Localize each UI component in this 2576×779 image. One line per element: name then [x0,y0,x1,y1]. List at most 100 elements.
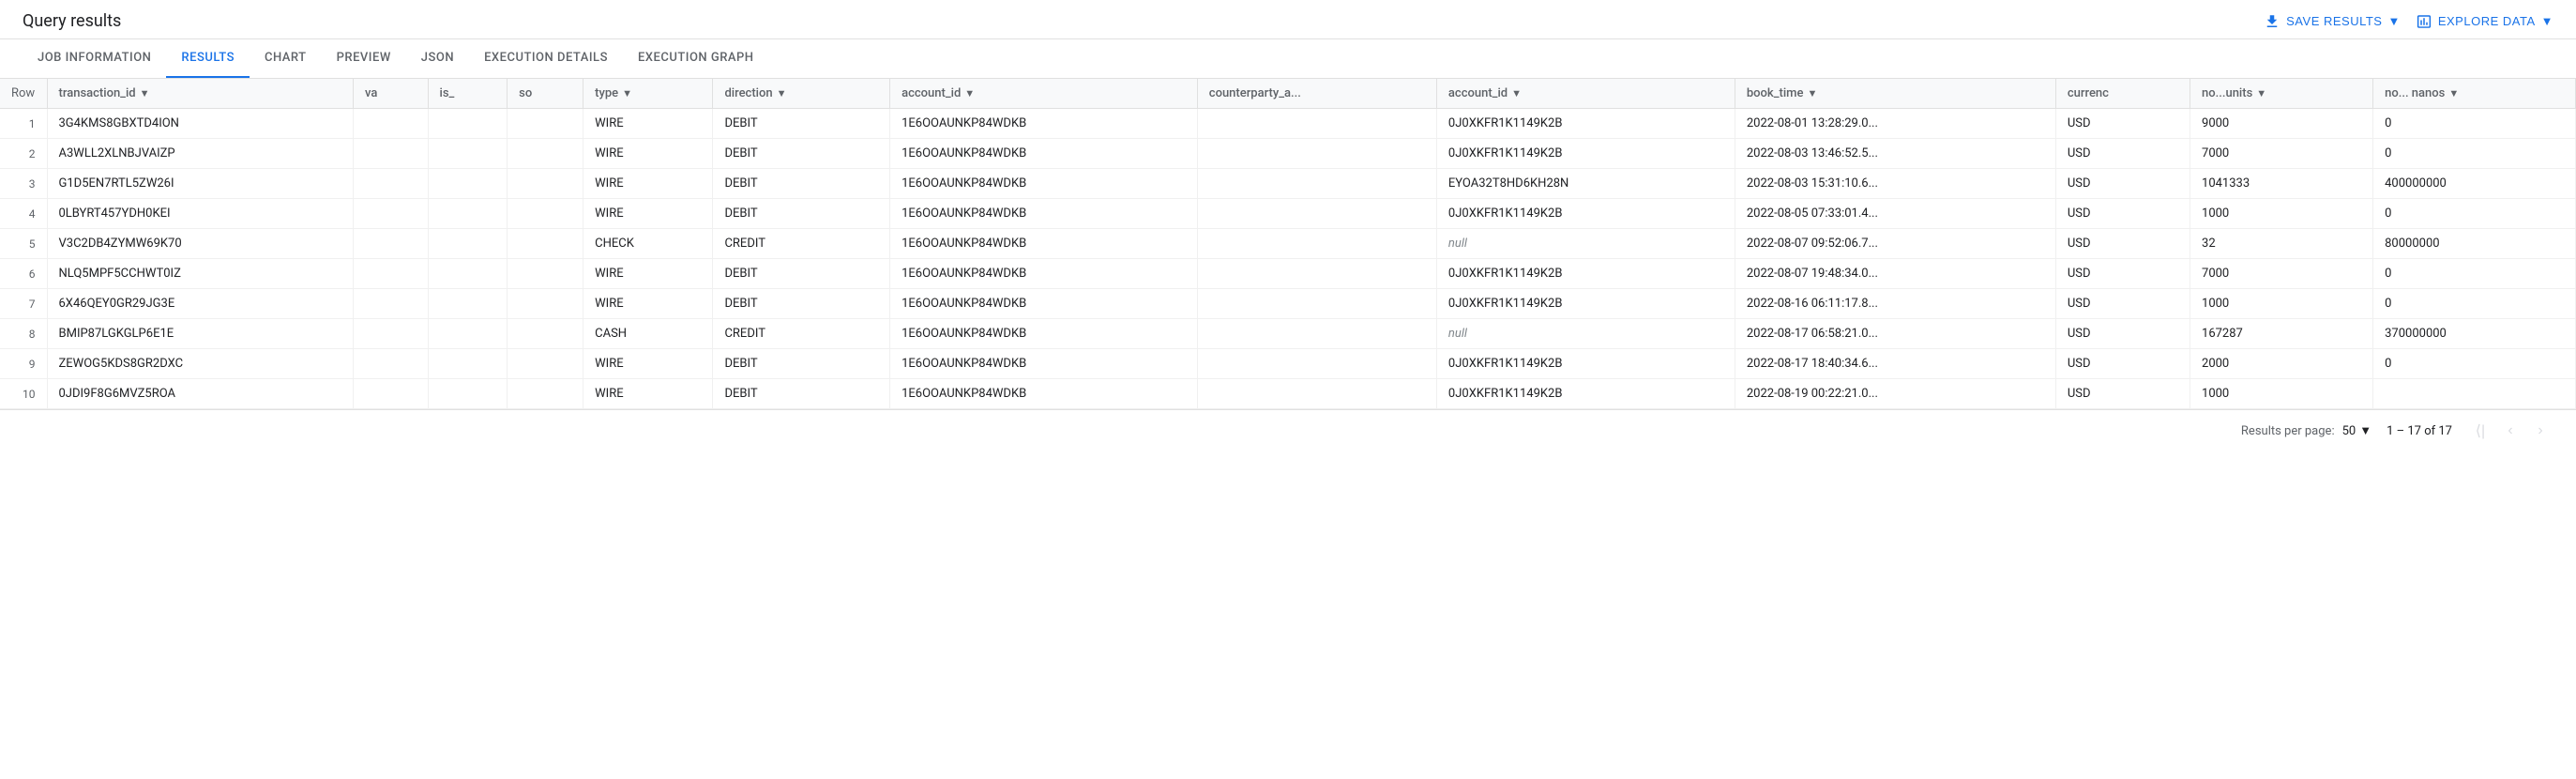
table-cell: 0J0XKFR1K1149K2B [1436,379,1735,409]
table-cell: 0 [2373,139,2576,169]
table-cell: WIRE [583,349,713,379]
table-cell [354,379,429,409]
table-cell: 2022-08-07 19:48:34.0... [1735,259,2055,289]
table-cell: V3C2DB4ZYMW69K70 [47,229,354,259]
table-cell: 2022-08-19 00:22:21.0... [1735,379,2055,409]
table-cell [508,199,583,229]
table-cell: NLQ5MPF5CCHWT0IZ [47,259,354,289]
table-cell: BMIP87LGKGLP6E1E [47,319,354,349]
table-cell: USD [2055,169,2190,199]
col-type[interactable]: type▼ [583,79,713,109]
results-per-page-label: Results per page: [2241,424,2335,438]
tabs-bar: JOB INFORMATION RESULTS CHART PREVIEW JS… [0,39,2576,79]
table-cell: USD [2055,229,2190,259]
tab-job-information[interactable]: JOB INFORMATION [23,39,166,78]
per-page-dropdown-icon: ▼ [2359,423,2371,438]
table-cell [428,109,508,139]
col-counterparty-a: counterparty_a... [1197,79,1436,109]
table-cell: 0 [2373,199,2576,229]
table-cell [428,199,508,229]
table-cell: 370000000 [2373,319,2576,349]
table-cell [1197,349,1436,379]
table-cell: 8 [0,319,47,349]
table-cell [428,319,508,349]
table-cell: 1E6OOAUNKP84WDKB [890,349,1198,379]
table-cell [354,289,429,319]
tab-execution-graph[interactable]: EXECUTION GRAPH [623,39,769,78]
table-cell: 1 [0,109,47,139]
tab-chart[interactable]: CHART [250,39,322,78]
col-row: Row [0,79,47,109]
table-cell [508,319,583,349]
table-cell [354,139,429,169]
table-cell: 0J0XKFR1K1149K2B [1436,109,1735,139]
table-cell [428,289,508,319]
save-results-button[interactable]: SAVE RESULTS ▼ [2264,13,2401,30]
col-no-nanos[interactable]: no... nanos▼ [2373,79,2576,109]
sort-icon-book-time: ▼ [1807,87,1817,99]
page-header: Query results SAVE RESULTS ▼ EXPLORE DAT… [0,0,2576,39]
tab-results[interactable]: RESULTS [166,39,250,78]
table-cell: 1041333 [2190,169,2373,199]
resize-handle-transaction-id[interactable] [349,79,353,108]
tab-json[interactable]: JSON [406,39,469,78]
col-direction[interactable]: direction▼ [713,79,890,109]
table-cell: 4 [0,199,47,229]
table-cell: 2022-08-07 09:52:06.7... [1735,229,2055,259]
table-cell: EYOA32T8HD6KH28N [1436,169,1735,199]
table-cell: DEBIT [713,349,890,379]
per-page-section: Results per page: 50 ▼ [2241,423,2371,438]
table-cell [508,379,583,409]
table-row: 3G1D5EN7RTL5ZW26IWIREDEBIT1E6OOAUNKP84WD… [0,169,2576,199]
col-is: is_ [428,79,508,109]
col-counterparty-account-id[interactable]: account_id▼ [1436,79,1735,109]
sort-icon-account-id: ▼ [964,87,975,99]
footer-range: 1 – 17 of 17 [2387,424,2452,438]
table-cell [1197,289,1436,319]
footer-nav: ⟨| ‹ › [2467,418,2553,444]
table-cell: USD [2055,379,2190,409]
table-cell: USD [2055,139,2190,169]
table-cell: CHECK [583,229,713,259]
table-cell: DEBIT [713,259,890,289]
col-no-units[interactable]: no...units▼ [2190,79,2373,109]
save-dropdown-icon: ▼ [2387,14,2400,28]
col-transaction-id[interactable]: transaction_id▼ [47,79,354,109]
table-cell: 0J0XKFR1K1149K2B [1436,349,1735,379]
tab-preview[interactable]: PREVIEW [322,39,406,78]
table-cell: 1000 [2190,289,2373,319]
per-page-select[interactable]: 50 ▼ [2342,423,2372,438]
table-cell: DEBIT [713,379,890,409]
col-book-time[interactable]: book_time▼ [1735,79,2055,109]
table-cell [1197,379,1436,409]
table-cell: 9 [0,349,47,379]
table-cell: USD [2055,349,2190,379]
table-cell [354,169,429,199]
table-cell [354,109,429,139]
tab-execution-details[interactable]: EXECUTION DETAILS [469,39,623,78]
table-cell [1197,169,1436,199]
table-cell: 0 [2373,109,2576,139]
col-so: so [508,79,583,109]
table-cell: A3WLL2XLNBJVAIZP [47,139,354,169]
table-cell [428,259,508,289]
table-cell [508,349,583,379]
table-cell: 2 [0,139,47,169]
table-cell [1197,199,1436,229]
table-cell [1197,319,1436,349]
table-cell: CASH [583,319,713,349]
table-cell: USD [2055,109,2190,139]
col-account-id[interactable]: account_id▼ [890,79,1198,109]
table-cell: DEBIT [713,289,890,319]
per-page-value: 50 [2342,424,2356,438]
table-cell: DEBIT [713,139,890,169]
table-cell: WIRE [583,169,713,199]
first-page-button[interactable]: ⟨| [2467,418,2493,444]
table-cell: 1E6OOAUNKP84WDKB [890,379,1198,409]
explore-data-button[interactable]: EXPLORE DATA ▼ [2416,13,2553,30]
prev-page-button[interactable]: ‹ [2497,418,2523,444]
table-cell: WIRE [583,139,713,169]
table-cell [428,379,508,409]
results-table: Row transaction_id▼ va is_ so type▼ dire… [0,79,2576,409]
next-page-button[interactable]: › [2527,418,2553,444]
